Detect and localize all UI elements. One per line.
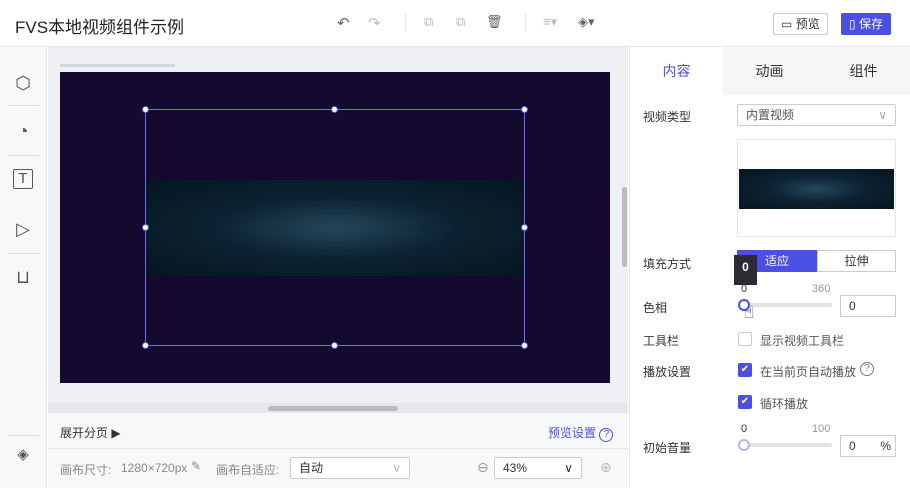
volume-slider[interactable] [740,443,832,447]
volume-value: 0 [849,439,856,453]
monitor-icon: ▭ [781,17,793,31]
chevron-down-icon: ∨ [878,108,887,122]
resize-handle[interactable] [331,342,338,349]
preview-button[interactable]: ▭ 预览 [773,13,828,35]
adapt-select[interactable]: 自动 ∨ [290,457,410,479]
tab-content[interactable]: 内容 [630,47,723,95]
divider [405,14,406,32]
redo-icon[interactable]: ↷ [368,14,381,32]
volume-input[interactable]: 0% [840,435,896,457]
header: FVS本地视频组件示例 ↶ ↷ ⧉ ⧉ 🗑 ≡▾ ◈▾ ▭ 预览 ▯ 保存 [0,0,910,47]
percent-unit: % [880,439,891,453]
toolbar-option: 显示视频工具栏 [760,334,845,348]
autoplay-option: 在当前页自动播放 [760,365,857,379]
resize-handle[interactable] [142,224,149,231]
layers-icon[interactable]: ◈ [11,443,35,467]
save-button[interactable]: ▯ 保存 [841,13,891,35]
preview-settings-link[interactable]: 预览设置 ? [548,424,614,442]
selection-box[interactable] [145,109,525,346]
autoplay-checkbox[interactable]: ✔ [738,363,752,377]
preview-label: 预览 [795,17,820,31]
adapt-label: 画布自适应: [216,463,280,477]
horizontal-scrollbar-track [48,403,628,413]
slider-tooltip: 0 [734,255,757,285]
hue-min: 0 [741,283,748,295]
canvas-hint [60,64,175,67]
volume-label: 初始音量 [643,441,692,455]
inbox-icon[interactable]: ⊔ [11,265,35,289]
zoom-select[interactable]: 43% ∨ [494,457,582,479]
canvas-area [48,47,628,410]
delete-icon[interactable]: 🗑 [486,14,503,30]
cube-icon[interactable]: ⬡ [11,71,35,95]
save-icon: ▯ [849,17,856,31]
playback-label: 播放设置 [643,365,692,379]
save-label: 保存 [858,17,883,31]
preview-settings-label: 预览设置 [548,426,597,440]
fill-mode-label: 填充方式 [643,257,692,271]
expand-pages-button[interactable]: 展开分页 ▶ [60,424,121,441]
video-type-select[interactable]: 内置视频 ∨ [737,104,896,126]
page-title: FVS本地视频组件示例 [15,18,185,37]
canvas-size-label: 画布尺寸: [60,463,112,477]
hue-input[interactable]: 0 [840,295,896,317]
fill-stretch-button[interactable]: 拉伸 [817,250,896,272]
tab-component[interactable]: 组件 [816,47,910,95]
thumbnail-image [739,169,894,209]
resize-handle[interactable] [521,224,528,231]
adapt-value: 自动 [299,461,324,475]
align-icon[interactable]: ≡▾ [543,14,557,30]
divider [8,253,39,254]
layers-icon[interactable]: ◈▾ [578,14,595,30]
properties-panel: 内容 动画 组件 视频类型 内置视频 ∨ 填充方式 适应 拉伸 0 0 360 色… [629,47,910,488]
divider [8,105,39,106]
volume-min: 0 [741,423,748,435]
expand-pages-label: 展开分页 [60,426,109,440]
zoom-in-icon[interactable]: ⊕ [600,459,612,476]
pie-chart-icon[interactable]: ◔ [11,119,35,143]
panel-tabs: 内容 动画 组件 [630,47,910,95]
volume-max: 100 [812,423,831,435]
loop-option: 循环播放 [760,397,809,411]
left-sidebar: ⬡ ◔ T ▷ ⊔ ◈ [0,47,47,488]
copy-icon[interactable]: ⧉ [424,14,433,30]
vertical-scrollbar[interactable] [622,187,627,267]
edit-icon[interactable]: ✎ [191,459,201,473]
hue-label: 色相 [643,301,668,315]
resize-handle[interactable] [142,342,149,349]
chevron-down-icon: ∨ [564,461,573,475]
resize-handle[interactable] [331,106,338,113]
video-thumbnail[interactable] [737,139,896,237]
divider [8,155,39,156]
hand-cursor-icon: ☝ [744,303,755,322]
video-type-label: 视频类型 [643,110,692,124]
hue-max: 360 [812,283,831,295]
video-component[interactable] [60,72,610,383]
zoom-out-icon[interactable]: ⊖ [477,459,489,476]
divider [8,435,39,436]
help-icon[interactable]: ? [860,362,874,376]
paste-icon[interactable]: ⧉ [456,14,465,30]
help-icon: ? [599,428,614,442]
resize-handle[interactable] [142,106,149,113]
canvas-size-value: 1280×720px [121,461,188,475]
resize-handle[interactable] [521,342,528,349]
divider [525,14,526,32]
text-icon[interactable]: T [13,169,33,189]
horizontal-scrollbar[interactable] [268,406,398,411]
loop-checkbox[interactable]: ✔ [738,395,752,409]
video-icon[interactable]: ▷ [11,217,35,241]
zoom-value: 43% [503,461,528,475]
canvas-footer: 画布尺寸: 1280×720px ✎ 画布自适应: 自动 ∨ ⊖ 43% ∨ ⊕ [48,449,628,488]
undo-icon[interactable]: ↶ [337,14,350,32]
chevron-down-icon: ∨ [392,461,401,475]
video-type-value: 内置视频 [746,108,795,122]
play-triangle-icon: ▶ [111,426,121,440]
toolbar-checkbox[interactable] [738,332,752,346]
resize-handle[interactable] [521,106,528,113]
volume-slider-knob[interactable] [738,439,750,451]
page-bar: 展开分页 ▶ 预览设置 ? [48,413,628,449]
toolbar-label: 工具栏 [643,334,680,348]
tab-animation[interactable]: 动画 [723,47,816,95]
